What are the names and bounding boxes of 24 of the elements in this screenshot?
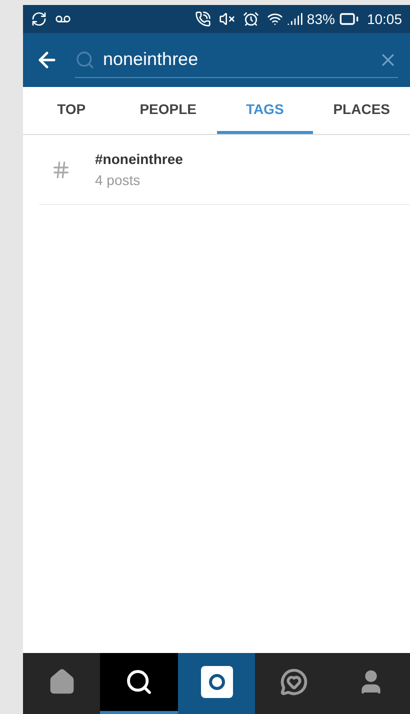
search-icon — [75, 50, 95, 70]
tab[interactable]: TOP — [23, 87, 120, 134]
camera-icon — [200, 666, 233, 698]
hashtag-icon — [51, 160, 71, 180]
home-icon — [48, 668, 76, 696]
sync-icon — [31, 11, 47, 27]
signal-icon — [286, 11, 303, 27]
alarm-icon — [242, 11, 259, 27]
battery-percent: 83% — [306, 10, 335, 28]
tab[interactable]: PLACES — [313, 87, 410, 134]
wifi-icon — [266, 11, 283, 27]
tag-name: #noneinthree — [95, 150, 183, 168]
mute-icon — [218, 11, 235, 27]
heart-bubble-icon — [280, 668, 308, 696]
tag-result[interactable]: #noneinthree 4 posts — [39, 135, 410, 205]
tab[interactable]: PEOPLE — [120, 87, 216, 134]
search-field[interactable]: noneinthree — [103, 46, 378, 73]
nav-tab[interactable] — [100, 653, 178, 714]
search-bar[interactable]: noneinthree — [75, 42, 398, 78]
phone-icon — [194, 11, 211, 27]
clock: 10:05 — [366, 10, 402, 28]
post-count: 4 posts — [95, 170, 142, 190]
nav-tab[interactable] — [178, 653, 256, 714]
search-icon — [125, 668, 154, 696]
